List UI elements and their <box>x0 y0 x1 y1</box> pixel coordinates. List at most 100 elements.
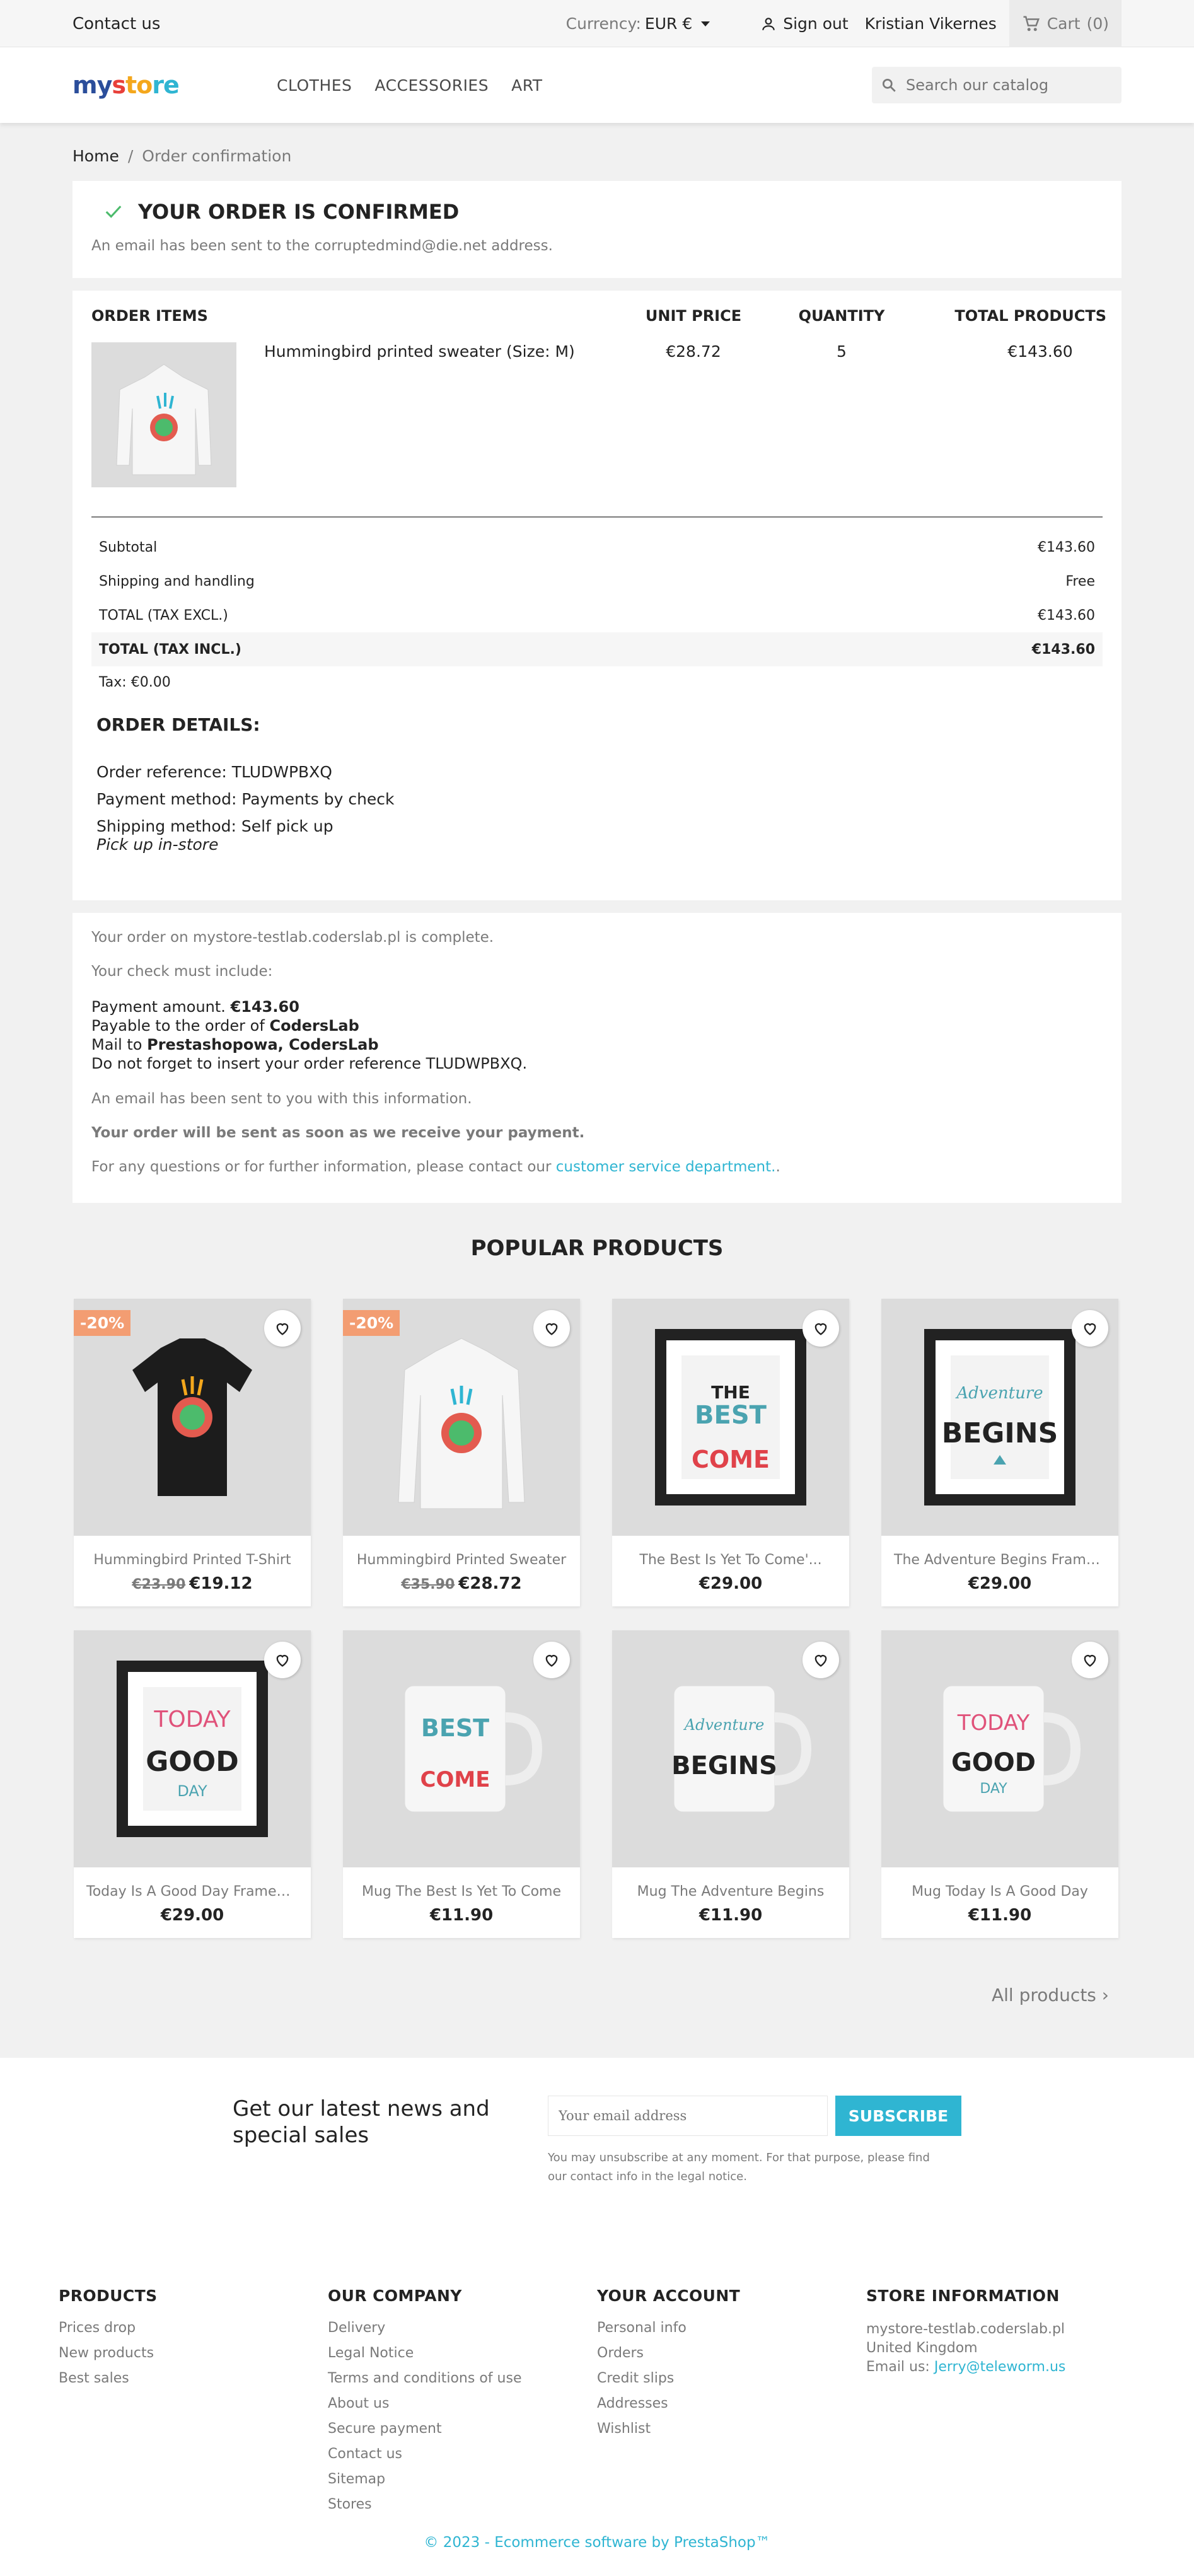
old-price: €35.90 <box>401 1577 455 1593</box>
footer-link[interactable]: Legal Notice <box>328 2345 597 2361</box>
search-icon[interactable] <box>881 77 897 93</box>
footer-link[interactable]: Best sales <box>59 2370 328 2386</box>
product-price: €11.90 <box>698 1906 763 1925</box>
questions-text: For any questions or for further informa… <box>91 1159 780 1175</box>
contact-us-link[interactable]: Contact us <box>72 15 160 33</box>
footer-link[interactable]: About us <box>328 2396 597 2411</box>
cart-button[interactable]: Cart (0) <box>1009 0 1122 47</box>
product-thumbnail <box>91 342 236 487</box>
product-image[interactable]: TODAY GOOD DAY <box>881 1630 1118 1867</box>
product-price: €11.90 <box>429 1906 494 1925</box>
subscribe-button[interactable]: SUBSCRIBE <box>835 2096 961 2136</box>
footer-link[interactable]: Credit slips <box>597 2370 866 2386</box>
product-name[interactable]: The Adventure Begins Framed... <box>881 1552 1118 1568</box>
top-nav: Contact us Currency: EUR € Sign out Kris… <box>0 0 1194 47</box>
item-quantity: 5 <box>837 342 847 361</box>
main-menu: CLOTHES ACCESSORIES ART <box>277 76 543 95</box>
product-image[interactable]: TODAY GOOD DAY <box>74 1630 311 1867</box>
order-reference: Order reference: TLUDWPBXQ <box>96 763 332 781</box>
product-card[interactable]: Adventure BEGINS Mug The Adventure Begins €… <box>612 1630 849 1938</box>
product-image[interactable]: BEST COME <box>343 1630 580 1867</box>
newsletter-email-input[interactable] <box>548 2096 828 2136</box>
product-name[interactable]: Hummingbird Printed Sweater <box>343 1552 580 1568</box>
search-box <box>872 67 1122 103</box>
sign-out-link[interactable]: Sign out <box>760 15 849 33</box>
footer-account: YOUR ACCOUNT Personal info Orders Credit s… <box>597 2287 866 2522</box>
customer-service-link[interactable]: customer service department. <box>556 1159 776 1175</box>
all-products-link[interactable]: All products › <box>72 1985 1109 2010</box>
caret-down-icon <box>701 21 710 26</box>
wishlist-heart-icon[interactable] <box>1072 1310 1108 1347</box>
wishlist-heart-icon[interactable] <box>803 1310 839 1347</box>
breadcrumb-home[interactable]: Home <box>72 147 119 165</box>
svg-text:DAY: DAY <box>980 1781 1007 1797</box>
wishlist-heart-icon[interactable] <box>533 1310 570 1347</box>
product-price: €29.00 <box>698 1574 763 1593</box>
order-item-row: Hummingbird printed sweater (Size: M) €2… <box>91 342 1103 487</box>
product-name[interactable]: Mug The Adventure Begins <box>612 1884 849 1900</box>
product-card[interactable]: -20% Hummingbird Printed T-Shirt €23.90 €19… <box>74 1299 311 1606</box>
product-image[interactable]: Adventure BEGINS <box>881 1299 1118 1536</box>
product-price: €11.90 <box>968 1906 1032 1925</box>
sign-out-label: Sign out <box>783 15 849 33</box>
svg-text:GOOD: GOOD <box>146 1746 238 1778</box>
product-name[interactable]: The Best Is Yet To Come'... <box>612 1552 849 1568</box>
cart-icon <box>1023 16 1040 31</box>
menu-accessories[interactable]: ACCESSORIES <box>374 76 489 95</box>
footer-link[interactable]: Terms and conditions of use <box>328 2370 597 2386</box>
wishlist-heart-icon[interactable] <box>803 1642 839 1678</box>
footer-link[interactable]: Prices drop <box>59 2320 328 2336</box>
breadcrumb-current: Order confirmation <box>142 147 292 165</box>
menu-art[interactable]: ART <box>511 76 542 95</box>
shipping-row: Shipping and handling Free <box>99 573 1095 589</box>
newsletter-note: You may unsubscribe at any moment. For t… <box>548 2151 930 2183</box>
order-items-header: ORDER ITEMS UNIT PRICE QUANTITY TOTAL PR… <box>91 307 1106 325</box>
product-image[interactable]: -20% <box>343 1299 580 1536</box>
footer-link[interactable]: Personal info <box>597 2320 866 2336</box>
search-input[interactable] <box>906 76 1108 94</box>
footer-link[interactable]: Delivery <box>328 2320 597 2336</box>
newsletter: Get our latest news and special sales SU… <box>0 2058 1194 2250</box>
product-card[interactable]: BEST COME Mug The Best Is Yet To Come €11.9… <box>343 1630 580 1938</box>
copyright-link[interactable]: © 2023 - Ecommerce software by PrestaSho… <box>0 2534 1194 2551</box>
product-card[interactable]: TODAY GOOD DAY Today Is A Good Day Framed..… <box>74 1630 311 1938</box>
store-email-link[interactable]: Jerry@teleworm.us <box>934 2359 1066 2375</box>
product-card[interactable]: THE BEST COME The Best Is Yet To Come'... €2… <box>612 1299 849 1606</box>
product-name[interactable]: Today Is A Good Day Framed... <box>74 1884 311 1900</box>
product-name[interactable]: Mug The Best Is Yet To Come <box>343 1884 580 1900</box>
newsletter-title: Get our latest news and special sales <box>233 2096 490 2148</box>
product-image[interactable]: THE BEST COME <box>612 1299 849 1536</box>
order-confirmed-card: YOUR ORDER IS CONFIRMED An email has bee… <box>72 181 1122 278</box>
footer-link[interactable]: Wishlist <box>597 2421 866 2437</box>
footer-link[interactable]: Stores <box>328 2497 597 2512</box>
menu-clothes[interactable]: CLOTHES <box>277 76 352 95</box>
footer-link[interactable]: Orders <box>597 2345 866 2361</box>
footer-link[interactable]: Addresses <box>597 2396 866 2411</box>
email-info-text: An email has been sent to you with this … <box>91 1091 472 1107</box>
footer-link[interactable]: New products <box>59 2345 328 2361</box>
footer-link[interactable]: Secure payment <box>328 2421 597 2437</box>
product-card[interactable]: TODAY GOOD DAY Mug Today Is A Good Day €11.9… <box>881 1630 1118 1938</box>
product-image[interactable]: Adventure BEGINS <box>612 1630 849 1867</box>
product-price: €29.00 <box>968 1574 1032 1593</box>
product-card[interactable]: -20% Hummingbird Printed Sweater €35.90 €28… <box>343 1299 580 1606</box>
store-logo[interactable]: mystore <box>72 71 277 99</box>
wishlist-heart-icon[interactable] <box>264 1310 301 1347</box>
product-image[interactable]: -20% <box>74 1299 311 1536</box>
header: mystore CLOTHES ACCESSORIES ART <box>0 47 1194 123</box>
user-icon <box>762 17 775 30</box>
wishlist-heart-icon[interactable] <box>533 1642 570 1678</box>
currency-selector[interactable]: Currency: EUR € <box>566 15 710 33</box>
pickup-note: Pick up in-store <box>96 835 219 854</box>
footer-link[interactable]: Contact us <box>328 2446 597 2462</box>
product-card[interactable]: Adventure BEGINS The Adventure Begins Fram… <box>881 1299 1118 1606</box>
footer-company: OUR COMPANY Delivery Legal Notice Terms an… <box>328 2287 597 2522</box>
header-quantity: QUANTITY <box>798 307 885 325</box>
footer-link[interactable]: Sitemap <box>328 2471 597 2487</box>
wishlist-heart-icon[interactable] <box>1072 1642 1108 1678</box>
product-name[interactable]: Mug Today Is A Good Day <box>881 1884 1118 1900</box>
account-link[interactable]: Kristian Vikernes <box>865 15 997 33</box>
product-name[interactable]: Hummingbird Printed T-Shirt <box>74 1552 311 1568</box>
wishlist-heart-icon[interactable] <box>264 1642 301 1678</box>
totals-table: Subtotal €143.60 Shipping and handling Fre… <box>91 530 1103 698</box>
